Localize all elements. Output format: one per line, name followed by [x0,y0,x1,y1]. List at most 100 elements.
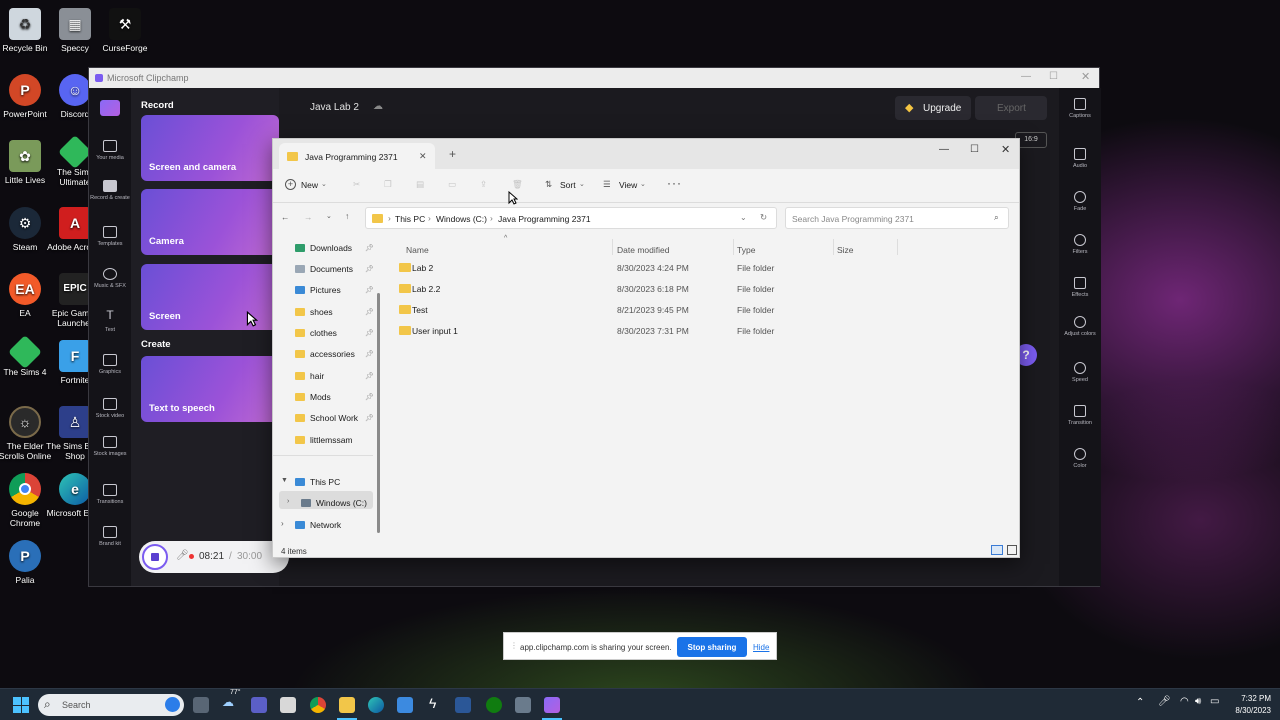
close-tab-icon[interactable]: ✕ [419,151,427,162]
recent-locations-icon[interactable]: ⌄ [326,212,332,220]
card-screen[interactable]: Screen [141,264,279,330]
tiles-view-icon[interactable] [1007,545,1017,555]
card-text-to-speech[interactable]: Text to speech [141,356,279,422]
rail-templates[interactable]: Templates [89,226,131,247]
rail-record-create[interactable]: Record & create [89,180,131,201]
upgrade-button[interactable]: ◆ Upgrade [895,96,971,120]
column-type[interactable]: Type [737,245,755,255]
cut-icon[interactable]: ✂ [353,179,360,190]
chevron-down-icon[interactable]: ⌄ [740,213,747,222]
project-name[interactable]: Java Lab 2 [310,102,359,113]
refresh-icon[interactable]: ↻ [760,212,767,223]
new-tab-icon[interactable]: + [449,147,456,161]
word-icon[interactable] [455,697,471,713]
file-row[interactable]: Lab 2 8/30/2023 4:24 PM File folder [397,262,857,282]
teams-icon[interactable] [251,697,267,713]
clipchamp-icon[interactable] [544,697,560,713]
nav-clothes[interactable]: clothes [295,328,337,338]
edge-icon[interactable] [368,697,384,713]
share-icon[interactable]: ⇪ [480,179,487,190]
up-icon[interactable]: ↑ [345,211,349,221]
forward-icon[interactable]: → [304,212,313,222]
lightning-app-icon[interactable]: ϟ [429,695,436,711]
rail-color[interactable]: Color [1059,448,1101,469]
view-button[interactable]: ☰ View ⌄ [603,179,649,195]
details-view-icon[interactable] [991,545,1003,555]
clock-time[interactable]: 7:32 PM [1231,694,1271,703]
copy-icon[interactable]: ❐ [384,179,392,190]
nav-mods[interactable]: Mods [295,392,331,402]
search-box[interactable]: Search Java Programming 2371 ⌕ [785,207,1009,229]
address-bar[interactable]: › This PC › Windows (C:) › Java Programm… [365,207,777,229]
sort-button[interactable]: ⇅ Sort ⌄ [545,179,589,195]
rail-stock-video[interactable]: Stock video [89,398,131,419]
delete-icon[interactable]: 🗑︎ [512,179,523,190]
rail-captions[interactable]: Captions [1059,98,1101,119]
column-size[interactable]: Size [837,245,854,255]
rail-brand-kit[interactable]: Brand kit [89,526,131,547]
rail-effects[interactable]: Effects [1059,277,1101,298]
stop-sharing-button[interactable]: Stop sharing [677,637,747,657]
minimize-icon[interactable]: — [1021,71,1031,82]
nav-downloads[interactable]: Downloads [295,243,352,253]
nav-windows-c[interactable]: Windows (C:) [301,498,367,508]
file-row[interactable]: User input 1 8/30/2023 7:31 PM File folder [397,325,857,345]
rail-audio[interactable]: Audio [1059,148,1101,169]
rail-music-sfx[interactable]: Music & SFX [89,268,131,289]
rail-transition[interactable]: Transition [1059,405,1101,426]
nav-scrollbar[interactable] [377,293,380,533]
breadcrumb-this-pc[interactable]: This PC [395,214,425,224]
volume-icon[interactable]: 🔊︎ [1195,696,1201,707]
wifi-icon[interactable]: ◠ [1180,696,1189,707]
file-row[interactable]: Lab 2.2 8/30/2023 6:18 PM File folder [397,283,857,303]
minimize-icon[interactable]: — [939,144,949,155]
rail-speed[interactable]: Speed [1059,362,1101,383]
maximize-icon[interactable]: ☐ [970,144,979,155]
nav-documents[interactable]: Documents [295,264,353,274]
rename-icon[interactable]: ▭ [448,179,456,190]
clock-date[interactable]: 8/30/2023 [1224,706,1271,715]
nav-littlemssam[interactable]: littlemssam [295,435,353,445]
rail-text[interactable]: T Text [89,309,131,333]
rail-fade[interactable]: Fade [1059,191,1101,212]
mail-icon[interactable] [515,697,531,713]
weather-icon[interactable]: ☁ [222,695,234,709]
chrome-icon[interactable] [310,697,326,713]
rail-transitions[interactable]: Transitions [89,484,131,505]
card-screen-and-camera[interactable]: Screen and camera [141,115,279,181]
rail-your-media[interactable]: Your media [89,140,131,161]
file-explorer-icon[interactable] [339,697,355,713]
store-icon[interactable] [397,697,413,713]
hide-share-bar-link[interactable]: Hide [753,643,769,652]
start-button[interactable] [13,697,29,713]
microphone-icon[interactable]: 🎤︎ [176,550,189,561]
explorer-tab[interactable]: Java Programming 2371 ✕ [279,143,435,169]
breadcrumb-java-programming[interactable]: Java Programming 2371 [498,214,591,224]
xbox-icon[interactable] [486,697,502,713]
more-options-icon[interactable]: ··· [667,176,682,190]
rail-stock-images[interactable]: Stock images [89,436,131,457]
paste-icon[interactable]: ▤ [416,179,424,190]
column-date-modified[interactable]: Date modified [617,245,669,255]
task-view-icon[interactable] [193,697,209,713]
desktop-icon-curseforge[interactable]: ⚒ CurseForge [96,8,154,53]
rail-adjust-colors[interactable]: Adjust colors [1059,316,1101,337]
column-name[interactable]: Name [406,245,429,255]
stop-recording-button[interactable] [142,544,168,570]
close-icon[interactable]: ✕ [1081,70,1090,83]
desktop-icon-palia[interactable]: P Palia [0,540,54,585]
battery-icon[interactable]: ▭ [1210,696,1219,707]
rail-graphics[interactable]: Graphics [89,354,131,375]
chevron-down-icon[interactable]: ▼ [281,477,288,484]
chevron-right-icon[interactable]: › [281,519,284,528]
snipping-tool-icon[interactable] [280,697,296,713]
nav-school-work[interactable]: School Work [295,413,358,423]
export-button[interactable]: Export [975,96,1047,120]
taskbar-search[interactable]: ⌕ Search [38,694,184,716]
breadcrumb-windows-c[interactable]: Windows (C:) [436,214,487,224]
microphone-icon[interactable]: 🎤︎ [1158,696,1171,707]
nav-accessories[interactable]: accessories [295,349,355,359]
file-row[interactable]: Test 8/21/2023 9:45 PM File folder [397,304,857,324]
nav-this-pc[interactable]: This PC [295,477,340,487]
close-icon[interactable]: ✕ [1001,143,1010,156]
